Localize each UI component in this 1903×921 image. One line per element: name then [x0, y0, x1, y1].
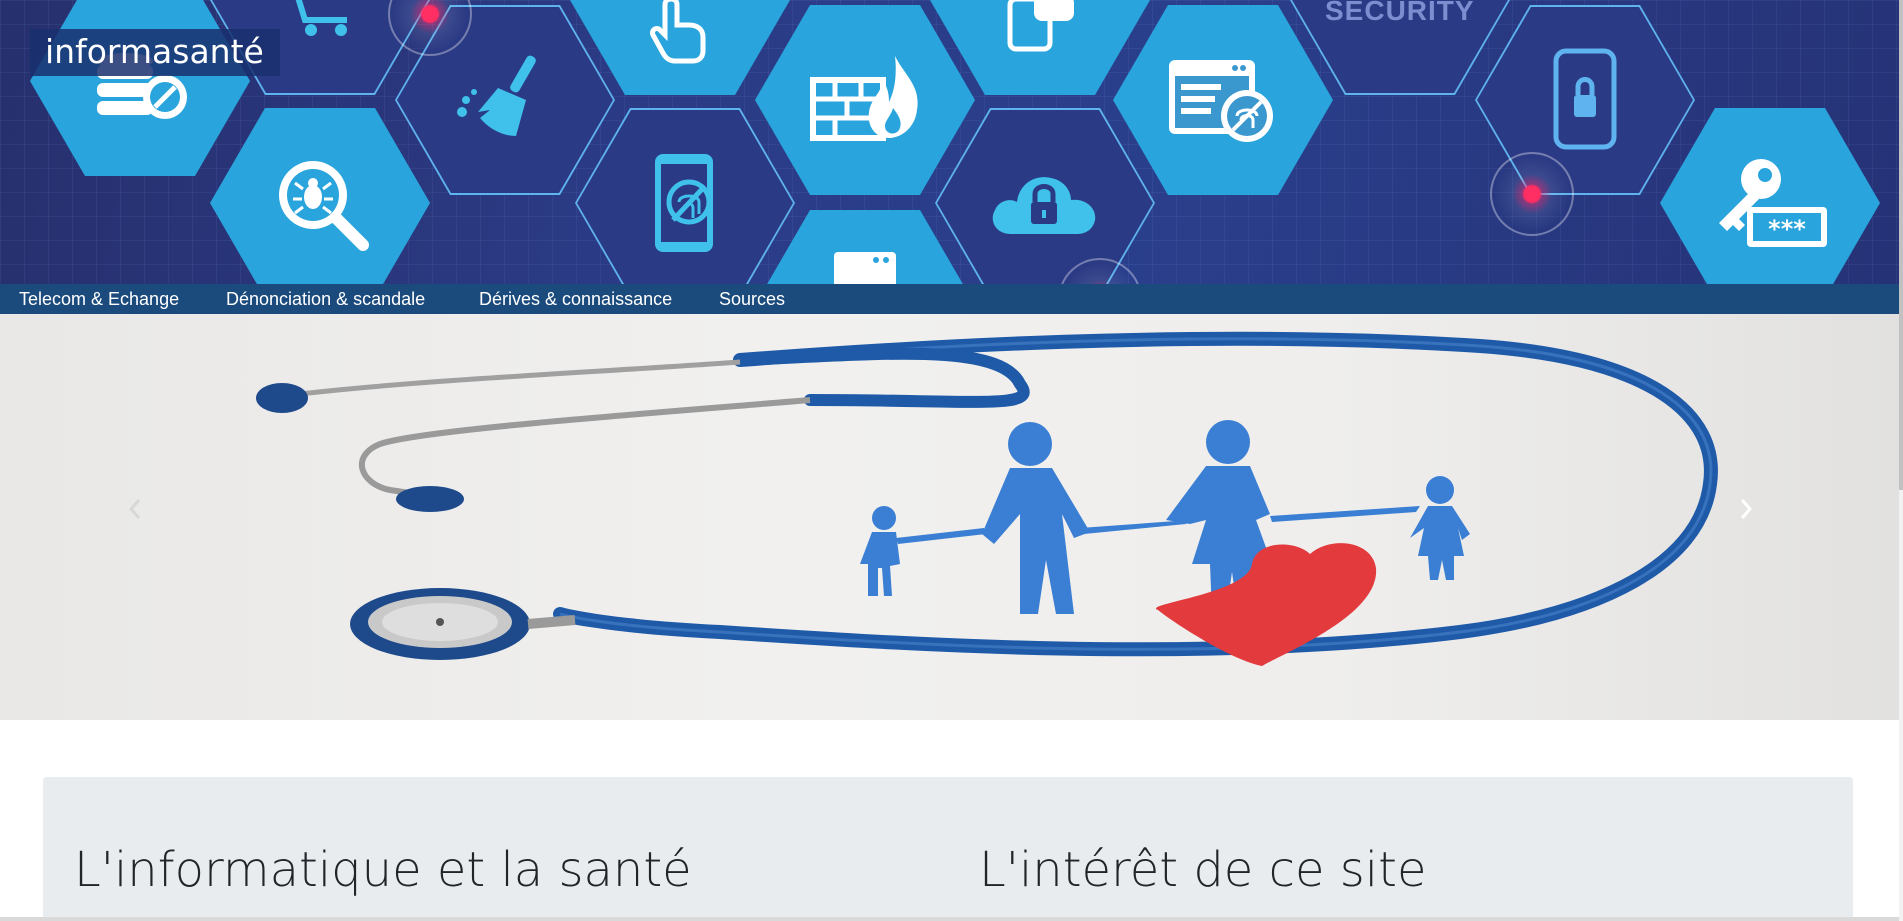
nav-item-sources[interactable]: Sources	[719, 284, 785, 314]
scrollbar-thumb[interactable]	[1899, 0, 1903, 490]
card-title-interet: L'intérêt de ce site	[979, 842, 1427, 898]
image-carousel	[0, 314, 1899, 720]
page-scrollbar[interactable]	[1899, 0, 1903, 921]
firewall-icon	[810, 56, 918, 141]
document-fingerprint-icon	[1169, 60, 1273, 142]
nav-item-derives[interactable]: Dérives & connaissance	[479, 284, 672, 314]
chat-phone-icon	[1007, 0, 1074, 52]
phone-lock-icon	[1553, 48, 1617, 150]
stethoscope-family-heart-image	[256, 331, 1718, 666]
shopping-cart-icon	[283, 0, 347, 36]
security-watermark: SECURITY	[1325, 0, 1475, 26]
carousel-prev-button[interactable]	[128, 498, 158, 534]
chevron-left-icon	[128, 499, 141, 519]
page-bottom-edge	[0, 917, 1899, 921]
hand-pointer-icon	[650, 0, 706, 64]
nav-item-denonciation[interactable]: Dénonciation & scandale	[226, 284, 425, 314]
carousel-next-button[interactable]	[1739, 498, 1769, 534]
svg-text:***: ***	[1768, 215, 1806, 243]
site-title[interactable]: informasanté	[30, 29, 280, 76]
cloud-lock-icon	[992, 177, 1096, 234]
broom-icon	[457, 55, 536, 136]
intro-section: L'informatique et la santé L'intérêt de …	[43, 777, 1853, 921]
mobile-fingerprint-icon	[655, 154, 713, 252]
key-password-icon: ***	[1719, 159, 1827, 247]
browser-window-icon	[834, 252, 896, 284]
bug-search-icon	[279, 161, 369, 251]
nav-item-telecom[interactable]: Telecom & Echange	[19, 284, 179, 314]
main-nav: Telecom & Echange Dénonciation & scandal…	[0, 284, 1899, 314]
red-pulse-dot	[1490, 152, 1574, 236]
card-title-informatique: L'informatique et la santé	[74, 842, 692, 898]
header-banner: *** SECURITY informasanté	[0, 0, 1899, 284]
chevron-right-icon	[1740, 499, 1753, 519]
family-figures	[860, 420, 1470, 614]
